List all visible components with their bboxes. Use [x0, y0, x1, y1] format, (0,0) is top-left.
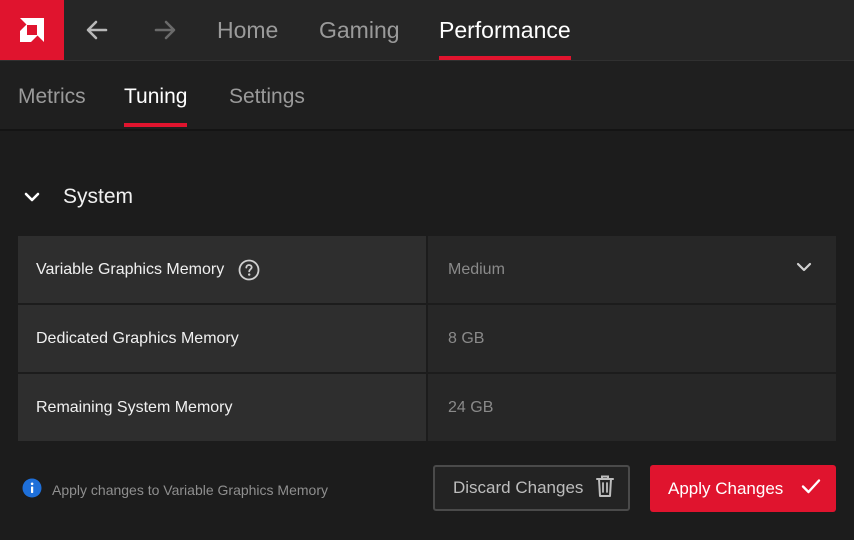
tab-tuning[interactable]: Tuning: [124, 61, 188, 129]
apply-changes-button[interactable]: Apply Changes: [650, 465, 836, 512]
amd-logo-icon: [20, 18, 44, 42]
section-title: System: [63, 185, 134, 208]
tab-metrics-label: Metrics: [18, 85, 86, 108]
sub-navigation-bar: Metrics Tuning Settings: [0, 61, 854, 131]
tab-tuning-label: Tuning: [124, 85, 188, 108]
active-tab-indicator: [439, 56, 571, 60]
forward-button[interactable]: [150, 15, 180, 45]
apply-changes-label: Apply Changes: [668, 478, 784, 498]
setting-label-cell: Dedicated Graphics Memory: [18, 305, 426, 372]
setting-row-dedicated-graphics-memory: Dedicated Graphics Memory 8 GB: [18, 305, 836, 372]
setting-label-cell: Remaining System Memory: [18, 374, 426, 441]
setting-value-cell: 8 GB: [428, 305, 836, 372]
tab-performance-label: Performance: [439, 17, 571, 43]
tab-settings-label: Settings: [229, 85, 305, 108]
info-message: Apply changes to Variable Graphics Memor…: [22, 478, 328, 502]
setting-value: 24 GB: [448, 398, 494, 416]
chevron-down-icon: [794, 257, 814, 282]
tab-settings[interactable]: Settings: [229, 61, 305, 129]
tab-gaming[interactable]: Gaming: [319, 0, 400, 60]
tab-home-label: Home: [217, 17, 279, 43]
system-section-toggle[interactable]: System: [18, 178, 133, 216]
setting-label: Variable Graphics Memory: [36, 260, 225, 278]
back-button[interactable]: [82, 15, 112, 45]
dropdown-selected-value: Medium: [448, 260, 505, 278]
amd-logo[interactable]: [0, 0, 64, 60]
info-icon: [22, 478, 42, 503]
tab-home[interactable]: Home: [217, 0, 278, 60]
setting-label: Dedicated Graphics Memory: [36, 329, 239, 347]
setting-label-cell: Variable Graphics Memory: [18, 236, 426, 303]
help-icon[interactable]: [238, 259, 260, 281]
discard-changes-button[interactable]: Discard Changes: [433, 465, 630, 511]
tab-performance[interactable]: Performance: [439, 0, 571, 60]
checkmark-icon: [800, 475, 822, 502]
variable-graphics-memory-dropdown[interactable]: Medium: [428, 236, 836, 303]
trash-icon: [594, 474, 616, 503]
top-navigation-bar: Home Gaming Performance: [0, 0, 854, 61]
tab-gaming-label: Gaming: [319, 17, 400, 43]
active-subtab-indicator: [124, 123, 188, 127]
setting-row-remaining-system-memory: Remaining System Memory 24 GB: [18, 374, 836, 441]
setting-row-variable-graphics-memory: Variable Graphics Memory Medium: [18, 236, 836, 303]
setting-value: 8 GB: [448, 329, 485, 347]
system-settings-table: Variable Graphics Memory Medium Dedicate…: [18, 236, 836, 443]
arrow-right-icon: [154, 20, 176, 40]
setting-value-cell: 24 GB: [428, 374, 836, 441]
info-text: Apply changes to Variable Graphics Memor…: [52, 482, 328, 498]
arrow-left-icon: [86, 20, 108, 40]
setting-label: Remaining System Memory: [36, 398, 233, 416]
chevron-down-icon: [18, 183, 46, 211]
discard-changes-label: Discard Changes: [453, 478, 584, 497]
tab-metrics[interactable]: Metrics: [18, 61, 86, 129]
